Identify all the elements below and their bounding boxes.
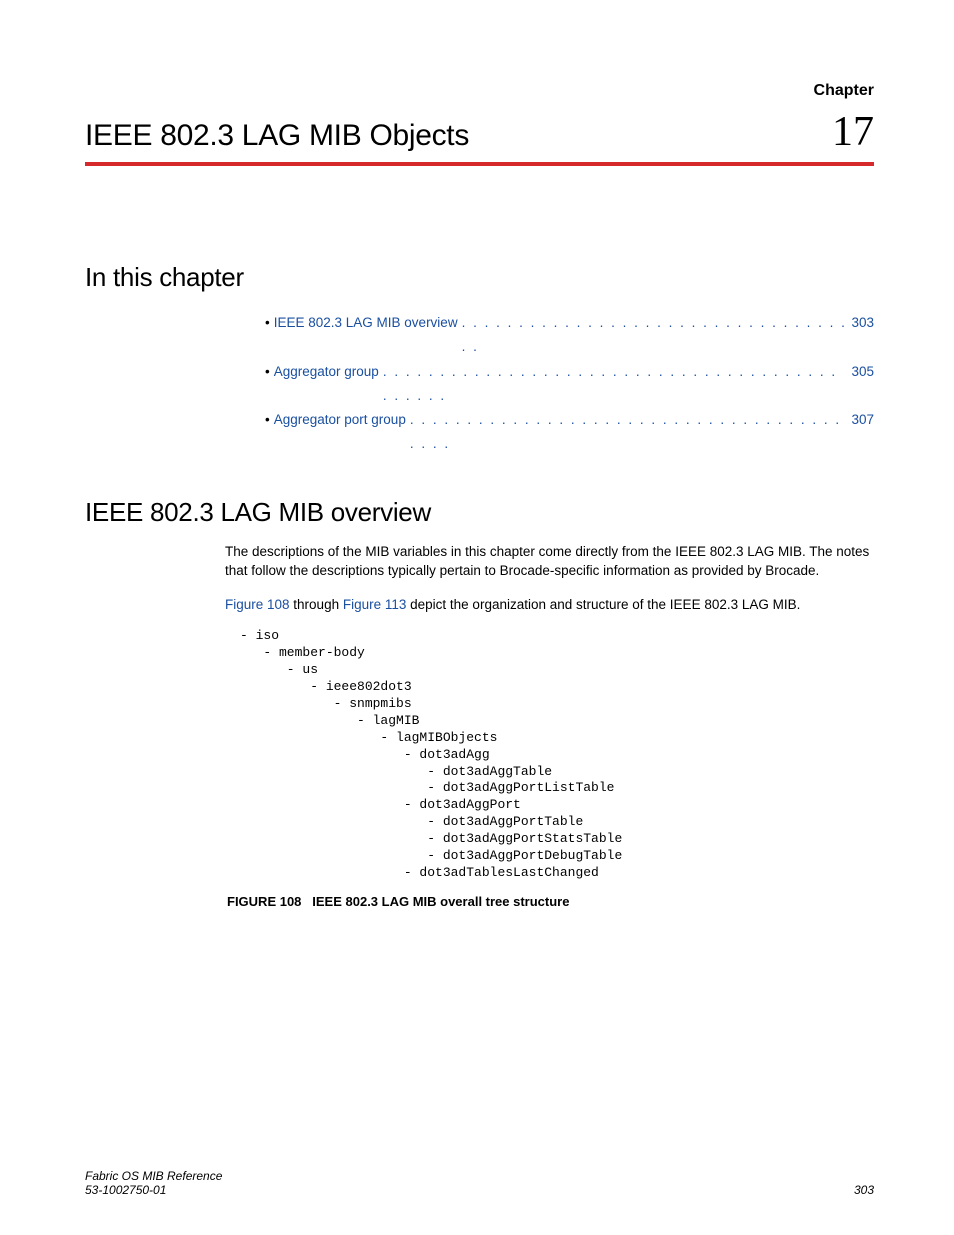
toc-item: • Aggregator group . . . . . . . . . . .… [265, 360, 874, 409]
bullet-icon: • [265, 360, 270, 384]
bullet-icon: • [265, 408, 270, 432]
figure-label: FIGURE 108 [227, 894, 301, 909]
toc-link[interactable]: Aggregator group [274, 360, 379, 384]
figure-caption: FIGURE 108 IEEE 802.3 LAG MIB overall tr… [227, 894, 874, 909]
toc-leader: . . . . . . . . . . . . . . . . . . . . … [383, 360, 848, 409]
toc-link[interactable]: IEEE 802.3 LAG MIB overview [274, 311, 458, 335]
doc-number: 53-1002750-01 [85, 1183, 222, 1197]
toc-leader: . . . . . . . . . . . . . . . . . . . . … [410, 408, 848, 457]
toc-link[interactable]: Aggregator port group [274, 408, 406, 432]
page-footer: Fabric OS MIB Reference 53-1002750-01 30… [85, 1169, 874, 1197]
toc-leader: . . . . . . . . . . . . . . . . . . . . … [462, 311, 848, 360]
paragraph: The descriptions of the MIB variables in… [225, 542, 874, 581]
section-in-this-chapter: In this chapter [85, 262, 874, 293]
figure-link[interactable]: Figure 108 [225, 597, 290, 612]
bullet-icon: • [265, 311, 270, 335]
toc-item: • IEEE 802.3 LAG MIB overview . . . . . … [265, 311, 874, 360]
text: depict the organization and structure of… [406, 597, 800, 612]
divider-red [85, 162, 874, 166]
chapter-label: Chapter [814, 82, 874, 99]
paragraph: Figure 108 through Figure 113 depict the… [225, 595, 874, 615]
section-overview: IEEE 802.3 LAG MIB overview [85, 497, 874, 528]
mib-tree: - iso - member-body - us - ieee802dot3 -… [240, 628, 874, 881]
figure-link[interactable]: Figure 113 [343, 597, 407, 612]
text: through [290, 597, 343, 612]
toc-page[interactable]: 307 [851, 408, 874, 432]
page-number: 303 [854, 1183, 874, 1197]
chapter-number: 17 [832, 108, 874, 156]
figure-title: IEEE 802.3 LAG MIB overall tree structur… [312, 894, 569, 909]
toc-item: • Aggregator port group . . . . . . . . … [265, 408, 874, 457]
doc-title: Fabric OS MIB Reference [85, 1169, 222, 1183]
chapter-title: IEEE 802.3 LAG MIB Objects [85, 119, 469, 153]
toc-page[interactable]: 303 [851, 311, 874, 335]
toc: • IEEE 802.3 LAG MIB overview . . . . . … [265, 311, 874, 457]
toc-page[interactable]: 305 [851, 360, 874, 384]
